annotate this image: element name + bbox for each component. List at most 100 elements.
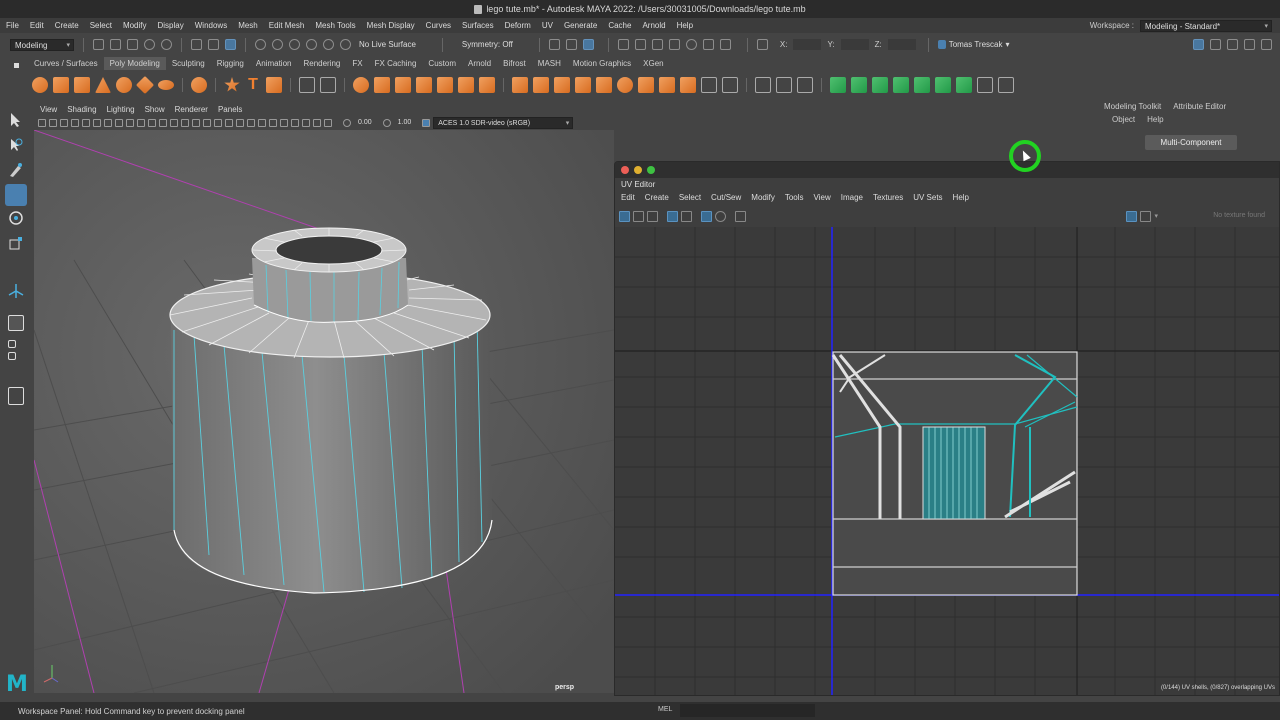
symmetry-dropdown[interactable]: Symmetry: Off [462,40,513,49]
open-scene-icon[interactable] [110,39,121,50]
textured-icon[interactable] [214,118,222,127]
snap-view-plane-icon[interactable] [306,39,317,50]
color-space-dropdown[interactable]: ACES 1.0 SDR-video (sRGB) [433,116,574,129]
poke-icon[interactable] [575,77,591,93]
uv-select-icon[interactable] [619,210,630,222]
uv-grid-icon[interactable] [681,210,692,222]
menu-cache[interactable]: Cache [608,21,631,30]
collapse-icon[interactable] [659,77,675,93]
grid-toggle-icon[interactable] [104,118,112,127]
gate-mask-icon[interactable] [137,118,145,127]
menu-uv[interactable]: UV [542,21,553,30]
lights-icon[interactable] [225,118,233,127]
snap-curve-icon[interactable] [272,39,283,50]
checker-tiles-icon[interactable] [1140,210,1152,222]
uv-editor-titlebar[interactable] [615,162,1279,178]
tab-modeling-toolkit[interactable]: Modeling Toolkit [1104,102,1161,111]
poly-sphere-icon[interactable] [32,77,48,93]
exposure-value[interactable]: 0.00 [358,119,372,126]
safe-title-icon[interactable] [170,118,178,127]
text-tool-icon[interactable]: T [245,77,261,93]
viewport-menu-show[interactable]: Show [145,105,165,114]
menu-help-toolkit[interactable]: Help [1147,115,1163,124]
mel-command-field[interactable] [680,704,815,717]
menu-surfaces[interactable]: Surfaces [462,21,494,30]
camera-select-icon[interactable] [38,118,46,127]
z-field[interactable] [887,39,916,50]
menu-set-dropdown[interactable]: Modeling [10,38,74,51]
viewport-menu-renderer[interactable]: Renderer [175,105,208,114]
uv-menu-view[interactable]: View [814,193,831,202]
combine-icon[interactable] [299,77,315,93]
render-frame-icon[interactable] [617,39,629,50]
separate-icon[interactable] [320,77,336,93]
menu-curves[interactable]: Curves [426,21,451,30]
select-tool-icon[interactable] [8,112,24,128]
construction-history-icon[interactable] [565,39,577,50]
x-field[interactable] [793,39,822,50]
minimize-button[interactable] [634,166,642,174]
modeling-toolkit-icon[interactable] [1261,39,1272,50]
shelf-tab-rendering[interactable]: Rendering [297,57,346,70]
outliner-layout-icon[interactable] [8,387,24,405]
arnold-ipr-icon[interactable] [702,39,714,50]
extrude-icon[interactable] [512,77,528,93]
reduce-icon[interactable] [479,77,495,93]
menu-modify[interactable]: Modify [123,21,147,30]
insert-edge-loop-icon[interactable] [776,77,792,93]
film-gate-icon[interactable] [115,118,123,127]
mirror-icon[interactable] [416,77,432,93]
viewport-menu-lighting[interactable]: Lighting [107,105,135,114]
layout-uv-icon[interactable] [935,77,951,93]
select-component-icon[interactable] [225,39,236,50]
uv-snapshot-icon[interactable] [735,210,746,222]
rotate-tool-icon[interactable] [8,210,24,226]
shelf-tab-mash[interactable]: MASH [532,57,567,70]
tab-attribute-editor[interactable]: Attribute Editor [1173,102,1226,111]
render-settings-icon[interactable] [651,39,663,50]
sew-uv-icon[interactable] [998,77,1014,93]
wireframe-on-shaded-icon[interactable] [203,118,211,127]
new-scene-icon[interactable] [93,39,104,50]
snap-grid-icon[interactable] [255,39,266,50]
uv-menu-select[interactable]: Select [679,193,701,202]
uv-menu-tools[interactable]: Tools [785,193,804,202]
super-shape-icon[interactable] [224,77,240,92]
color-management-icon[interactable] [422,118,431,127]
viewport-menu-view[interactable]: View [40,105,57,114]
two-d-pan-icon[interactable] [82,118,90,127]
poly-torus-icon[interactable] [116,77,132,93]
shelf-tab-animation[interactable]: Animation [250,57,298,70]
menu-generate[interactable]: Generate [564,21,597,30]
shelf-tab-sculpting[interactable]: Sculpting [166,57,211,70]
circularize-icon[interactable] [617,77,633,93]
menu-mesh-tools[interactable]: Mesh Tools [315,21,355,30]
redo-icon[interactable] [161,39,172,50]
uv-menu-modify[interactable]: Modify [751,193,775,202]
tool-settings-icon[interactable] [1244,39,1255,50]
shelf-tab-fx-caching[interactable]: FX Caching [369,57,423,70]
uv-edge-icon[interactable] [647,210,658,222]
hypershade-icon[interactable] [668,39,680,50]
depth-of-field-icon[interactable] [280,118,288,127]
target-weld-icon[interactable] [797,77,813,93]
lasso-tool-icon[interactable] [8,138,24,154]
xray-icon[interactable] [302,118,310,127]
select-hierarchy-icon[interactable] [191,39,202,50]
menu-create[interactable]: Create [55,21,79,30]
uv-menu-image[interactable]: Image [841,193,863,202]
ambient-occlusion-icon[interactable] [247,118,255,127]
uv-menu-create[interactable]: Create [645,193,669,202]
image-plane-icon[interactable] [71,118,79,127]
unfold-uv-icon[interactable] [914,77,930,93]
shelf-tab-fx[interactable]: FX [346,57,368,70]
merge-icon[interactable] [680,77,696,93]
viewport-menu-shading[interactable]: Shading [67,105,96,114]
save-scene-icon[interactable] [127,39,138,50]
multi-cut-icon[interactable] [755,77,771,93]
uv-texture-view[interactable] [615,227,1279,695]
poly-disc-icon[interactable] [158,80,174,90]
field-chart-icon[interactable] [148,118,156,127]
uv-checker-icon[interactable] [715,210,726,222]
gamma-value[interactable]: 1.00 [398,119,412,126]
